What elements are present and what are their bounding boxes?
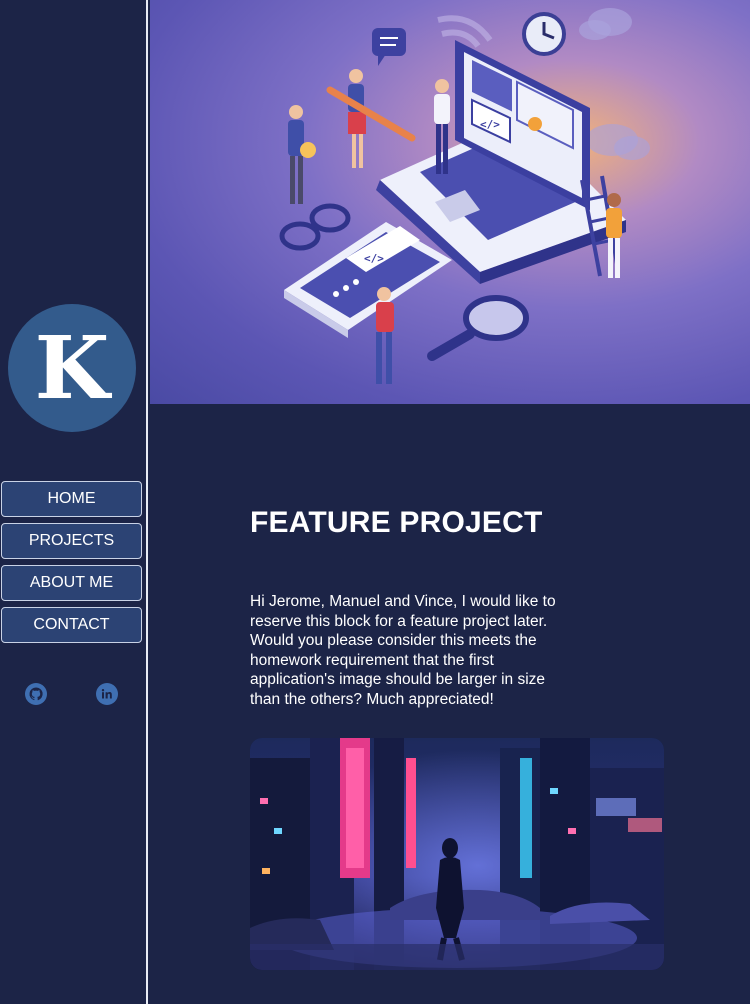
nav-about-button[interactable]: ABOUT ME	[1, 565, 142, 601]
logo-letter: K	[34, 318, 110, 419]
svg-text:</>: </>	[480, 118, 500, 131]
nav-projects-label: PROJECTS	[28, 532, 115, 549]
svg-text:</>: </>	[364, 252, 384, 265]
logo-avatar[interactable]: K	[8, 304, 136, 432]
nav-home-button[interactable]: HOME	[1, 481, 142, 517]
feature-project-image[interactable]	[250, 738, 664, 970]
nav-home-label: HOME	[47, 490, 96, 507]
nav-projects-button[interactable]: PROJECTS	[1, 523, 142, 559]
feature-description: Hi Jerome, Manuel and Vince, I would lik…	[250, 593, 556, 708]
nav-about-label: ABOUT ME	[29, 574, 114, 591]
github-icon[interactable]	[25, 683, 47, 705]
hero-illustration: </> </>	[150, 0, 750, 404]
neon-city-street-illustration	[250, 738, 664, 970]
nav-contact-button[interactable]: CONTACT	[1, 607, 142, 643]
developers-laptop-illustration: </> </>	[279, 8, 650, 384]
feature-title: FEATURE PROJECT	[250, 506, 543, 539]
sidebar: K HOME PROJECTS ABOUT ME CONTACT	[0, 0, 148, 1004]
main-content: FEATURE PROJECT Hi Jerome, Manuel and Vi…	[150, 404, 750, 1004]
nav-contact-label: CONTACT	[33, 616, 110, 633]
linkedin-icon[interactable]	[96, 683, 118, 705]
